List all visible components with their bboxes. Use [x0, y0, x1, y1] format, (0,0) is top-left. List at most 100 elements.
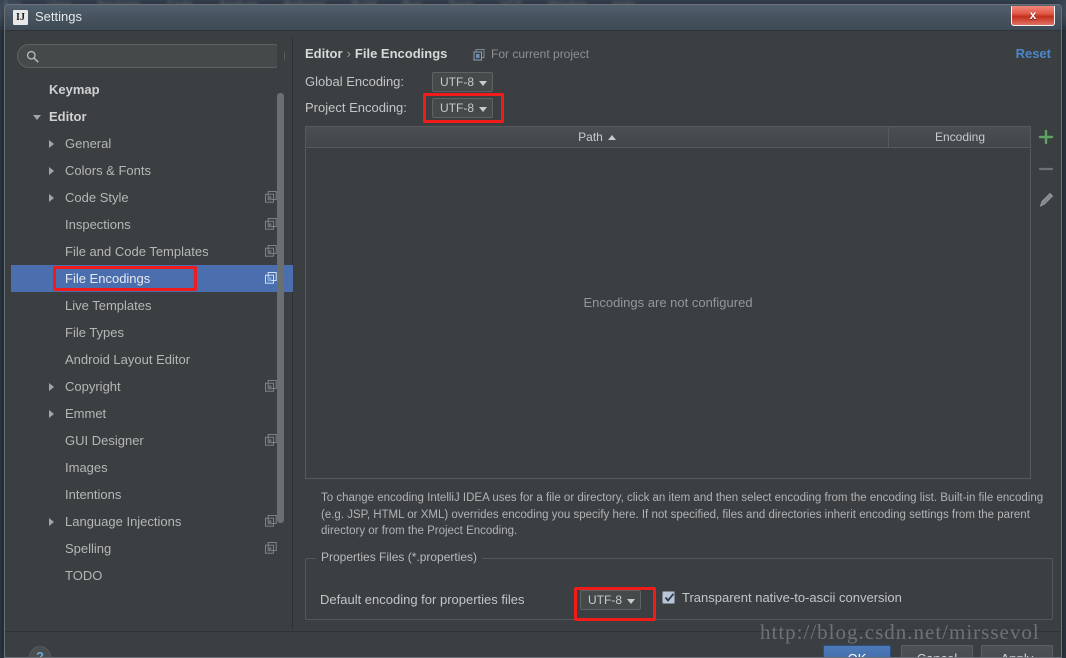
sidebar-item-label: TODO	[65, 568, 103, 583]
encodings-table-empty-message: Encodings are not configured	[583, 295, 753, 310]
default-properties-encoding-dropdown[interactable]: UTF-8	[580, 590, 641, 610]
sidebar-item-label: Live Templates	[65, 298, 152, 313]
sidebar-item-language-injections[interactable]: Language Injections	[11, 508, 293, 535]
sidebar-item-label: Emmet	[65, 406, 107, 421]
sidebar-item-spelling[interactable]: Spelling	[11, 535, 293, 562]
project-scope-icon	[265, 542, 277, 554]
sidebar-item-file-encodings[interactable]: File Encodings	[11, 265, 293, 292]
properties-files-legend: Properties Files (*.properties)	[316, 550, 483, 564]
chevron-down-icon	[479, 107, 487, 112]
chevron-right-icon[interactable]	[49, 167, 54, 175]
close-icon[interactable]: x	[1011, 6, 1055, 26]
search-icon	[26, 50, 39, 63]
checkmark-icon	[664, 593, 675, 602]
sidebar-scrollbar-thumb[interactable]	[277, 93, 284, 523]
global-encoding-dropdown[interactable]: UTF-8	[432, 72, 493, 92]
dialog-title: Settings	[35, 9, 82, 24]
project-encoding-value: UTF-8	[440, 101, 474, 115]
sort-ascending-icon	[607, 135, 616, 141]
sidebar-item-label: Copyright	[65, 379, 121, 394]
sidebar-item-file-and-code-templates[interactable]: File and Code Templates	[11, 238, 293, 265]
file-encodings-pane: Editor › File Encodings For current projec…	[301, 38, 1057, 629]
sidebar-item-todo[interactable]: TODO	[11, 562, 293, 589]
add-encoding-button[interactable]	[1035, 126, 1057, 150]
sidebar-item-label: Intentions	[65, 487, 122, 502]
sidebar-item-copyright[interactable]: Copyright	[11, 373, 293, 400]
chevron-right-icon[interactable]	[49, 383, 54, 391]
project-scope-icon	[265, 218, 277, 230]
sidebar-item-gui-designer[interactable]: GUI Designer	[11, 427, 293, 454]
sidebar-item-android-layout-editor[interactable]: Android Layout Editor	[11, 346, 293, 373]
sidebar-item-code-style[interactable]: Code Style	[11, 184, 293, 211]
dialog-titlebar: IJ Settings x	[5, 5, 1061, 31]
sidebar-item-label: Spelling	[65, 541, 112, 556]
project-scope-icon	[265, 191, 277, 203]
sidebar-item-label: Colors & Fonts	[65, 163, 151, 178]
sidebar-item-label: Language Injections	[65, 514, 182, 529]
sidebar-item-emmet[interactable]: Emmet	[11, 400, 293, 427]
search-box[interactable]	[17, 44, 285, 68]
chevron-down-icon	[627, 599, 635, 604]
chevron-right-icon[interactable]	[49, 140, 54, 148]
sidebar-item-editor[interactable]: Editor	[11, 103, 293, 130]
edit-encoding-button[interactable]	[1035, 188, 1057, 212]
ok-button[interactable]: OK	[823, 645, 891, 657]
dialog-body: Keymap Editor General Colors & Fonts Code St…	[5, 32, 1061, 657]
intellij-idea-icon: IJ	[13, 10, 28, 25]
native-to-ascii-checkbox[interactable]	[662, 591, 675, 604]
properties-files-group: Properties Files (*.properties) Default …	[305, 550, 1053, 621]
sidebar-item-label: Inspections	[65, 217, 131, 232]
chevron-down-icon	[479, 81, 487, 86]
dialog-footer: ? OK Cancel Apply	[5, 631, 1061, 657]
column-header-path[interactable]: Path	[306, 127, 889, 147]
chevron-down-icon[interactable]	[33, 115, 41, 120]
default-properties-encoding-label: Default encoding for properties files	[320, 592, 525, 607]
search-input[interactable]	[44, 47, 276, 66]
column-header-path-label: Path	[578, 130, 603, 144]
breadcrumb: Editor › File Encodings	[305, 46, 447, 61]
sidebar-item-live-templates[interactable]: Live Templates	[11, 292, 293, 319]
sidebar-item-label: File and Code Templates	[65, 244, 209, 259]
sidebar-item-intentions[interactable]: Intentions	[11, 481, 293, 508]
project-scope-icon	[265, 434, 277, 446]
project-scope-icon	[265, 245, 277, 257]
chevron-right-icon[interactable]	[49, 410, 54, 418]
encodings-table-header: Path Encoding	[306, 127, 1030, 148]
project-encoding-label: Project Encoding:	[305, 100, 407, 115]
apply-button[interactable]: Apply	[981, 645, 1053, 657]
sidebar-scrollbar[interactable]	[277, 38, 284, 591]
chevron-right-icon[interactable]	[49, 194, 54, 202]
project-encoding-dropdown[interactable]: UTF-8	[432, 98, 493, 118]
reset-link[interactable]: Reset	[1016, 46, 1051, 61]
settings-tree: Keymap Editor General Colors & Fonts Code St…	[11, 76, 293, 629]
sidebar-item-colors-fonts[interactable]: Colors & Fonts	[11, 157, 293, 184]
sidebar-item-label: File Types	[65, 325, 125, 340]
sidebar-item-label: Editor	[49, 109, 87, 124]
global-encoding-value: UTF-8	[440, 75, 474, 89]
sidebar-item-general[interactable]: General	[11, 130, 293, 157]
sidebar-item-images[interactable]: Images	[11, 454, 293, 481]
help-button[interactable]: ?	[29, 646, 51, 657]
sidebar-item-keymap[interactable]: Keymap	[11, 76, 293, 103]
sidebar-item-label: Code Style	[65, 190, 129, 205]
breadcrumb-root[interactable]: Editor	[305, 46, 343, 61]
encodings-table[interactable]: Encodings are not configured Path Encodi…	[305, 126, 1031, 479]
encodings-table-toolbar	[1035, 126, 1057, 236]
breadcrumb-leaf: File Encodings	[354, 46, 448, 61]
sidebar-item-label: General	[65, 136, 112, 151]
chevron-right-icon[interactable]	[49, 518, 54, 526]
project-scope-icon	[473, 49, 485, 61]
cancel-button[interactable]: Cancel	[901, 645, 973, 657]
encodings-help-text: To change encoding IntelliJ IDEA uses fo…	[321, 492, 1044, 537]
remove-encoding-button[interactable]	[1035, 157, 1057, 181]
sidebar-item-file-types[interactable]: File Types	[11, 319, 293, 346]
column-header-encoding[interactable]: Encoding	[890, 127, 1030, 147]
project-scope-icon	[265, 380, 277, 392]
sidebar-item-label: GUI Designer	[65, 433, 144, 448]
breadcrumb-separator: ›	[346, 46, 351, 61]
settings-sidebar: Keymap Editor General Colors & Fonts Code St…	[11, 38, 293, 629]
sidebar-item-inspections[interactable]: Inspections	[11, 211, 293, 238]
scope-note: For current project	[491, 47, 590, 61]
global-encoding-label: Global Encoding:	[305, 74, 405, 89]
project-scope-icon	[265, 272, 277, 284]
